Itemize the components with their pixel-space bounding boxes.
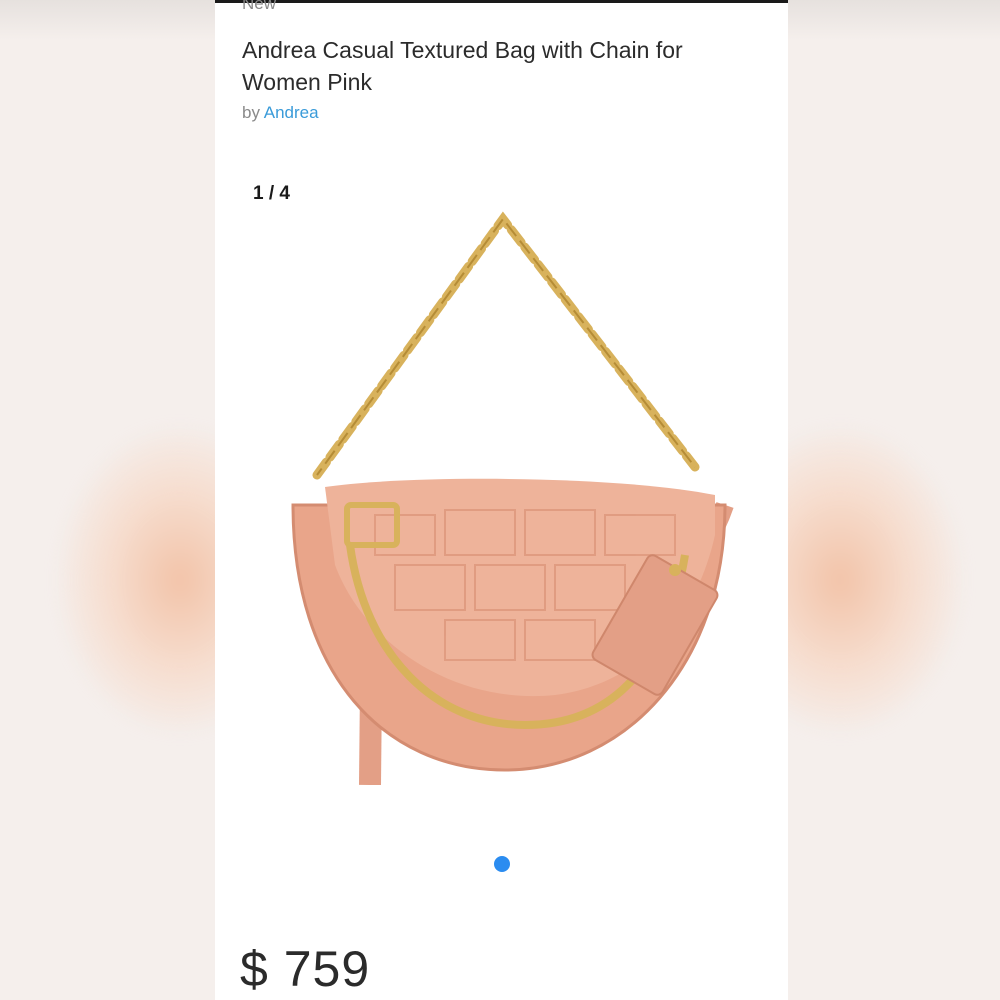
chain-handle: [312, 211, 700, 480]
carousel-dots: [215, 856, 788, 872]
price: $ 759: [240, 941, 371, 997]
product-screen: New Andrea Casual Textured Bag with Chai…: [215, 0, 788, 1000]
brand-link[interactable]: Andrea: [264, 103, 319, 122]
condition-label: New: [242, 0, 277, 13]
top-bar: [215, 0, 788, 3]
product-title: Andrea Casual Textured Bag with Chain fo…: [242, 37, 683, 95]
byline: by Andrea: [242, 103, 319, 123]
product-image[interactable]: [255, 205, 755, 785]
image-pager: 1 / 4: [253, 183, 290, 204]
by-label: by: [242, 103, 260, 122]
carousel-dot-active[interactable]: [493, 856, 510, 872]
